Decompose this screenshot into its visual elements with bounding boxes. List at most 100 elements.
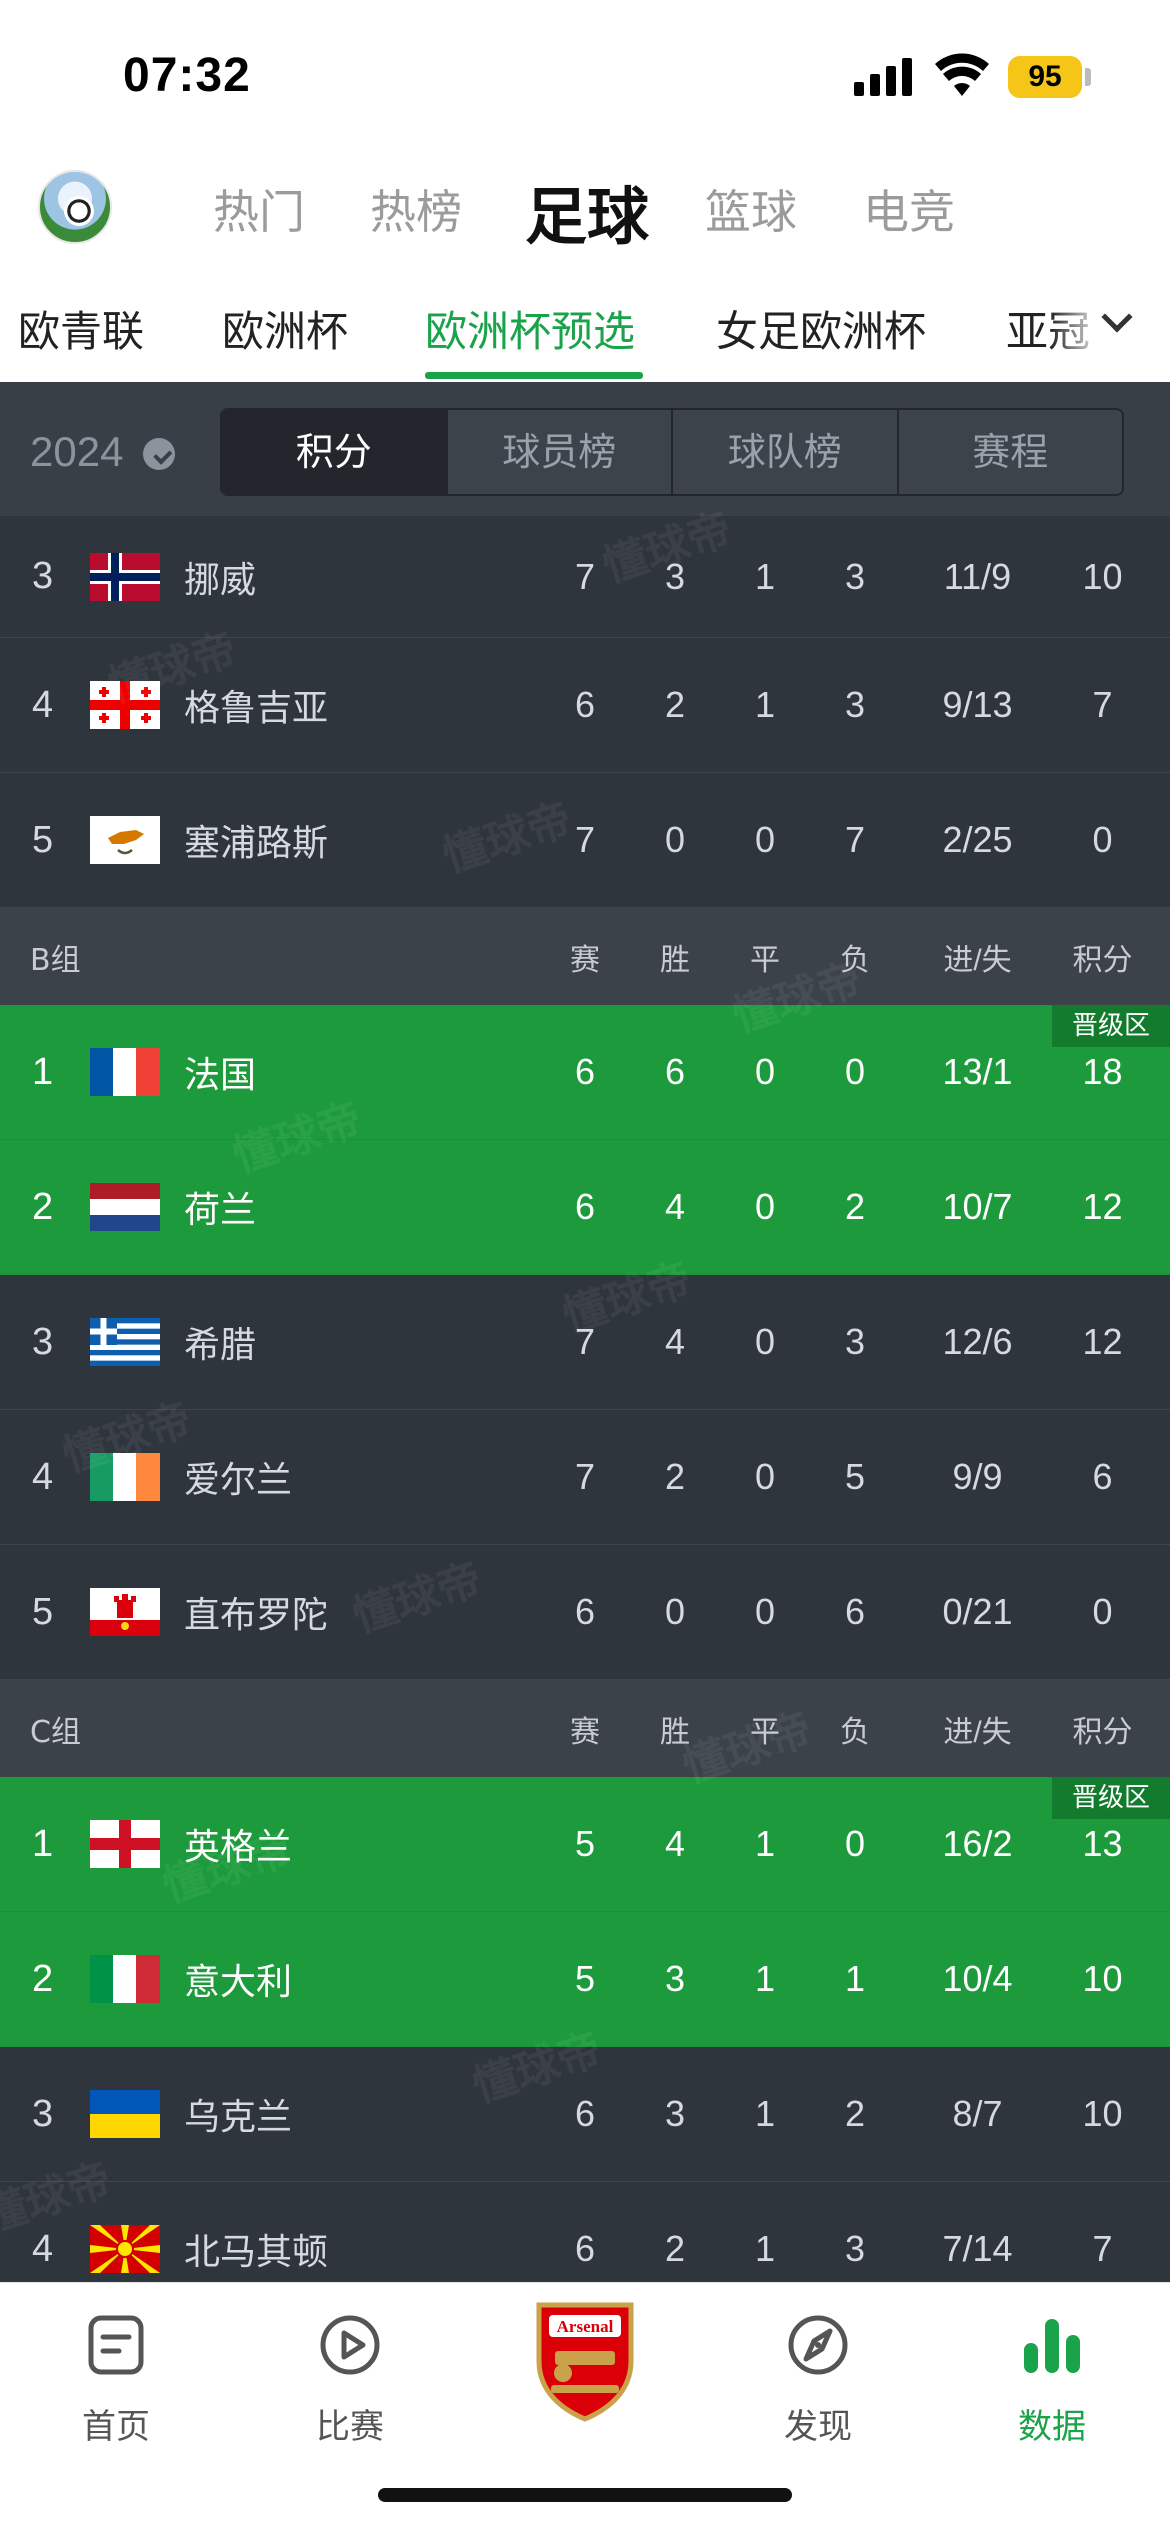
stat-cell: 16/2 bbox=[942, 1823, 1013, 1864]
team-rank: 4 bbox=[32, 2227, 54, 2270]
column-header: 负 bbox=[840, 1715, 870, 1749]
stat-cell: 9/13 bbox=[942, 684, 1013, 725]
stat-cell: 3 bbox=[664, 2093, 686, 2134]
stat-cell: 2 bbox=[664, 684, 686, 725]
stat-cell: 1 bbox=[754, 1823, 776, 1864]
nav-data[interactable]: 数据 bbox=[962, 2303, 1142, 2453]
north-macedonia-flag-icon bbox=[90, 2225, 160, 2273]
team-row[interactable]: 3 挪威 7 3 1 3 11/9 10 bbox=[0, 516, 1170, 638]
nav-discover[interactable]: 发现 bbox=[728, 2303, 908, 2453]
column-header: 进/失 bbox=[943, 1715, 1012, 1749]
tab-basketball[interactable]: 篮球 bbox=[705, 176, 797, 242]
team-rank: 1 bbox=[32, 1050, 54, 1093]
stat-cell: 7 bbox=[1092, 2228, 1113, 2269]
year-selector[interactable]: 2024 bbox=[30, 428, 123, 476]
tab-football[interactable]: 足球 bbox=[525, 166, 649, 256]
stat-cell: 10 bbox=[1082, 1958, 1123, 1999]
play-circle-icon bbox=[320, 2315, 380, 2375]
team-name[interactable]: 挪威 bbox=[184, 516, 256, 637]
dropdown-check-icon[interactable] bbox=[143, 438, 175, 470]
stat-cell: 4 bbox=[664, 1186, 686, 1227]
tab-hot[interactable]: 热门 bbox=[213, 176, 305, 242]
team-name[interactable]: 法国 bbox=[184, 1005, 256, 1139]
netherlands-flag-icon bbox=[90, 1183, 160, 1231]
team-name[interactable]: 荷兰 bbox=[184, 1140, 256, 1274]
stat-cell: 7 bbox=[1092, 684, 1113, 725]
promotion-zone-badge: 晋级区 bbox=[1052, 1777, 1170, 1819]
stat-cell: 5 bbox=[574, 1823, 596, 1864]
group-header: C组 赛 胜 平 负 进/失 积分 bbox=[0, 1680, 1170, 1777]
stat-cell: 10 bbox=[1082, 2093, 1123, 2134]
segment-standings[interactable]: 积分 bbox=[222, 410, 448, 494]
tab-esports[interactable]: 电竞 bbox=[863, 176, 955, 242]
segment-teams[interactable]: 球队榜 bbox=[673, 410, 899, 494]
team-name[interactable]: 北马其顿 bbox=[184, 2182, 328, 2282]
nav-data-label: 数据 bbox=[1018, 2407, 1086, 2447]
nav-matches-label: 比赛 bbox=[316, 2407, 384, 2447]
team-row[interactable]: 5 直布罗陀 6 0 0 6 0/21 0 bbox=[0, 1545, 1170, 1680]
competition-tabs: 欧青联 欧洲杯 欧洲杯预选 女足欧洲杯 亚冠 bbox=[0, 270, 1170, 382]
nav-home[interactable]: 首页 bbox=[26, 2303, 206, 2453]
column-header: 负 bbox=[840, 943, 870, 977]
team-row[interactable]: 4 爱尔兰 7 2 0 5 9/9 6 bbox=[0, 1410, 1170, 1545]
view-segmented-control: 积分 球员榜 球队榜 赛程 bbox=[220, 408, 1124, 496]
team-rank: 3 bbox=[32, 1320, 54, 1363]
team-name[interactable]: 意大利 bbox=[184, 1912, 292, 2046]
team-row[interactable]: 1 法国 6 6 0 0 13/1 18 晋级区 bbox=[0, 1005, 1170, 1140]
comp-tab-euro[interactable]: 欧洲杯 bbox=[222, 298, 348, 359]
category-tabs: 热门 热榜 足球 篮球 电竞 bbox=[0, 150, 1170, 270]
stat-cell: 9/9 bbox=[952, 1456, 1003, 1497]
team-name[interactable]: 格鲁吉亚 bbox=[184, 638, 328, 772]
stat-cell: 2/25 bbox=[942, 819, 1013, 860]
team-row[interactable]: 4 格鲁吉亚 6 2 1 3 9/13 7 bbox=[0, 638, 1170, 773]
team-name[interactable]: 直布罗陀 bbox=[184, 1545, 328, 1679]
team-row[interactable]: 3 乌克兰 6 3 1 2 8/7 10 bbox=[0, 2047, 1170, 2182]
italy-flag-icon bbox=[90, 1955, 160, 2003]
team-row[interactable]: 1 英格兰 5 4 1 0 16/2 13 晋级区 bbox=[0, 1777, 1170, 1912]
georgia-flag-icon bbox=[90, 681, 160, 729]
stat-cell: 0 bbox=[664, 1591, 686, 1632]
comp-tab-uefa-youth[interactable]: 欧青联 bbox=[18, 298, 144, 359]
team-rank: 5 bbox=[32, 818, 54, 861]
team-row[interactable]: 5 塞浦路斯 7 0 0 7 2/25 0 bbox=[0, 773, 1170, 908]
nav-team-crest[interactable]: Arsenal bbox=[495, 2302, 675, 2453]
user-avatar[interactable] bbox=[38, 170, 112, 244]
nav-matches[interactable]: 比赛 bbox=[260, 2303, 440, 2453]
group-header: B组 赛 胜 平 负 进/失 积分 bbox=[0, 908, 1170, 1005]
team-row[interactable]: 2 意大利 5 3 1 1 10/4 10 bbox=[0, 1912, 1170, 2047]
stat-cell: 5 bbox=[844, 1456, 866, 1497]
cellular-signal-icon bbox=[854, 56, 912, 96]
team-name[interactable]: 塞浦路斯 bbox=[184, 773, 328, 907]
stat-cell: 3 bbox=[664, 555, 686, 597]
team-rank: 4 bbox=[32, 1455, 54, 1498]
filter-bar: 2024 积分 球员榜 球队榜 赛程 bbox=[0, 382, 1170, 516]
team-name[interactable]: 乌克兰 bbox=[184, 2047, 292, 2181]
column-header: 积分 bbox=[1072, 1715, 1133, 1749]
stat-cell: 7 bbox=[574, 819, 596, 860]
stat-cell: 0 bbox=[754, 1456, 776, 1497]
gibraltar-flag-icon bbox=[90, 1588, 160, 1636]
stat-cell: 0 bbox=[664, 819, 686, 860]
comp-tab-euro-qualifiers[interactable]: 欧洲杯预选 bbox=[425, 298, 635, 359]
status-bar: 07:32 95 bbox=[0, 0, 1170, 150]
comp-tab-women-euro[interactable]: 女足欧洲杯 bbox=[716, 298, 926, 359]
segment-players[interactable]: 球员榜 bbox=[448, 410, 673, 494]
column-header: 平 bbox=[750, 1715, 780, 1749]
bar-chart-icon bbox=[1024, 2319, 1080, 2373]
segment-schedule[interactable]: 赛程 bbox=[899, 410, 1123, 494]
ireland-flag-icon bbox=[90, 1453, 160, 1501]
column-header: 赛 bbox=[570, 943, 600, 977]
team-name[interactable]: 希腊 bbox=[184, 1275, 256, 1409]
team-name[interactable]: 英格兰 bbox=[184, 1777, 292, 1911]
stat-cell: 0/21 bbox=[942, 1591, 1013, 1632]
promotion-zone-badge: 晋级区 bbox=[1052, 1005, 1170, 1047]
team-row[interactable]: 4 北马其顿 6 2 1 3 7/14 7 bbox=[0, 2182, 1170, 2282]
team-row[interactable]: 2 荷兰 6 4 0 2 10/7 12 bbox=[0, 1140, 1170, 1275]
team-row[interactable]: 3 希腊 7 4 0 3 12/6 12 bbox=[0, 1275, 1170, 1410]
stat-cell: 2 bbox=[844, 1186, 866, 1227]
group-name: C组 bbox=[30, 1714, 81, 1750]
stat-cell: 6 bbox=[574, 684, 596, 725]
stat-cell: 6 bbox=[574, 2228, 596, 2269]
tab-hot-list[interactable]: 热榜 bbox=[370, 176, 462, 242]
team-name[interactable]: 爱尔兰 bbox=[184, 1410, 292, 1544]
